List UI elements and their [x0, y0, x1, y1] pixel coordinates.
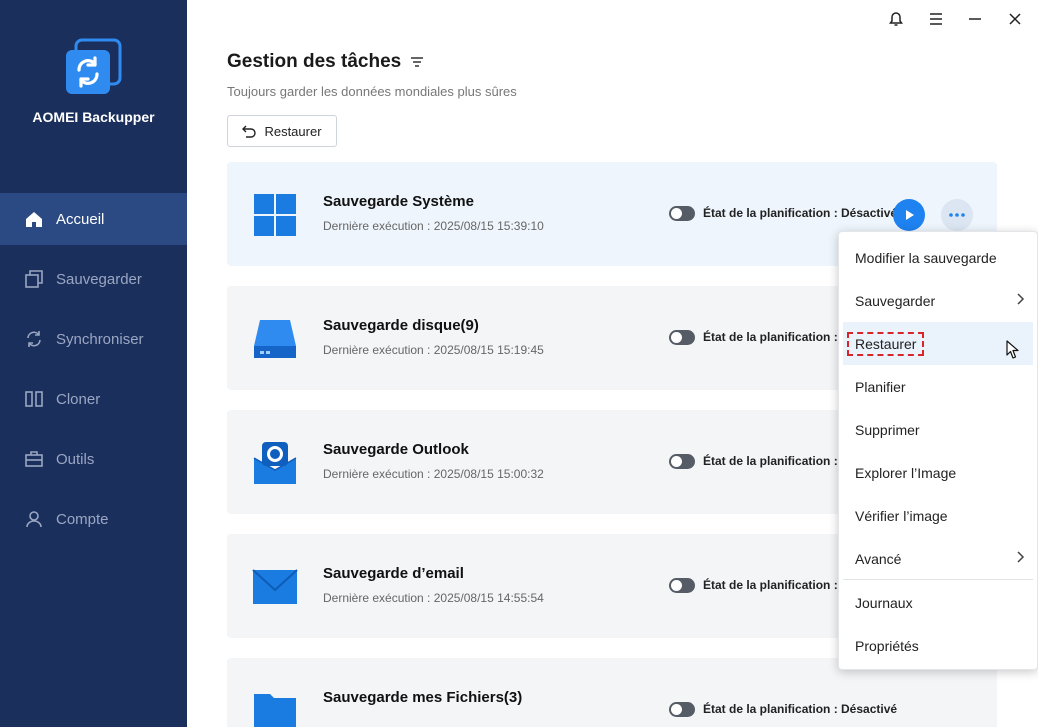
menu-item-explorer-image[interactable]: Explorer l’Image	[843, 451, 1033, 494]
context-menu: Modifier la sauvegarde Sauvegarder Resta…	[838, 231, 1038, 670]
disk-icon	[252, 316, 298, 362]
schedule-state: État de la planification : D	[703, 578, 850, 592]
menu-icon[interactable]	[925, 8, 947, 30]
task-name: Sauvegarde Outlook	[323, 441, 469, 458]
schedule-toggle[interactable]	[669, 330, 695, 345]
menu-item-label: Modifier la sauvegarde	[855, 249, 997, 266]
sidebar: AOMEI Backupper Accueil Sauvegarder Sync…	[0, 0, 187, 727]
restore-button[interactable]: Restaurer	[227, 115, 337, 147]
sidebar-item-label: Compte	[56, 510, 109, 528]
menu-item-restaurer[interactable]: Restaurer	[843, 322, 1033, 365]
page-subtitle: Toujours garder les données mondiales pl…	[227, 84, 517, 99]
chevron-right-icon	[1017, 551, 1025, 563]
minimize-icon[interactable]	[964, 8, 986, 30]
sidebar-item-label: Synchroniser	[56, 330, 144, 348]
menu-item-proprietes[interactable]: Propriétés	[843, 624, 1033, 667]
schedule-toggle[interactable]	[669, 702, 695, 717]
schedule-toggle[interactable]	[669, 454, 695, 469]
task-name: Sauvegarde Système	[323, 193, 474, 210]
menu-item-label: Avancé	[855, 550, 902, 567]
filter-icon[interactable]	[410, 55, 424, 69]
menu-item-supprimer[interactable]: Supprimer	[843, 408, 1033, 451]
task-name: Sauvegarde disque(9)	[323, 317, 479, 334]
schedule-toggle[interactable]	[669, 206, 695, 221]
schedule-state: État de la planification : Désactivé	[703, 702, 898, 716]
sidebar-item-label: Accueil	[56, 210, 105, 228]
menu-item-avance[interactable]: Avancé	[843, 537, 1033, 580]
task-last-run: Dernière exécution : 2025/08/15 15:00:32	[323, 467, 544, 481]
bell-icon[interactable]	[885, 8, 907, 30]
menu-item-label: Propriétés	[855, 637, 919, 654]
task-name: Sauvegarde mes Fichiers(3)	[323, 689, 523, 706]
menu-item-planifier[interactable]: Planifier	[843, 365, 1033, 408]
sidebar-item-outils[interactable]: Outils	[0, 433, 187, 485]
sidebar-item-compte[interactable]: Compte	[0, 493, 187, 545]
tools-icon	[24, 449, 44, 469]
menu-item-modifier[interactable]: Modifier la sauvegarde	[843, 236, 1033, 279]
sidebar-item-synchroniser[interactable]: Synchroniser	[0, 313, 187, 365]
play-icon	[906, 210, 914, 220]
sidebar-item-label: Cloner	[56, 390, 101, 408]
schedule-state: État de la planification : D	[703, 330, 850, 344]
sidebar-item-accueil[interactable]: Accueil	[0, 193, 187, 245]
menu-item-label: Sauvegarder	[855, 292, 936, 309]
windows-icon	[252, 192, 298, 238]
backup-icon	[24, 269, 44, 289]
menu-item-label: Restaurer	[847, 331, 925, 356]
task-last-run: Dernière exécution : 2025/08/15 15:19:45	[323, 343, 544, 357]
schedule-state: État de la planification : D	[703, 454, 850, 468]
undo-icon	[242, 125, 257, 138]
menu-item-journaux[interactable]: Journaux	[843, 581, 1033, 624]
page-title: Gestion des tâches	[227, 51, 402, 72]
menu-item-label: Vérifier l’image	[855, 507, 948, 524]
schedule-state: État de la planification : Désactivé	[703, 206, 898, 220]
task-last-run: Dernière exécution : 2025/08/15 15:39:10	[323, 219, 544, 233]
task-name: Sauvegarde d’email	[323, 565, 464, 582]
clone-icon	[24, 389, 44, 409]
menu-item-label: Supprimer	[855, 421, 920, 438]
sidebar-item-label: Outils	[56, 450, 95, 468]
restore-button-label: Restaurer	[264, 123, 322, 139]
outlook-icon	[252, 440, 298, 486]
menu-item-label: Explorer l’Image	[855, 464, 957, 481]
run-button[interactable]	[893, 199, 925, 231]
app-logo-icon	[64, 38, 122, 96]
menu-item-sauvegarder[interactable]: Sauvegarder	[843, 279, 1033, 322]
more-icon	[949, 213, 965, 217]
schedule-toggle[interactable]	[669, 578, 695, 593]
menu-divider	[843, 579, 1033, 580]
menu-item-label: Journaux	[855, 594, 913, 611]
account-icon	[24, 509, 44, 529]
email-icon	[252, 564, 298, 610]
menu-item-verifier-image[interactable]: Vérifier l’image	[843, 494, 1033, 537]
mouse-cursor-icon	[1006, 340, 1019, 359]
app-name: AOMEI Backupper	[32, 109, 155, 125]
chevron-right-icon	[1017, 293, 1025, 305]
sync-icon	[24, 329, 44, 349]
close-icon[interactable]	[1004, 8, 1026, 30]
more-options-button[interactable]	[941, 199, 973, 231]
home-icon	[24, 209, 44, 229]
menu-item-label: Planifier	[855, 378, 906, 395]
task-last-run: Dernière exécution : 2025/08/15 14:55:54	[323, 591, 544, 605]
folder-icon	[252, 688, 298, 727]
sidebar-item-sauvegarder[interactable]: Sauvegarder	[0, 253, 187, 305]
sidebar-item-cloner[interactable]: Cloner	[0, 373, 187, 425]
sidebar-item-label: Sauvegarder	[56, 270, 142, 288]
